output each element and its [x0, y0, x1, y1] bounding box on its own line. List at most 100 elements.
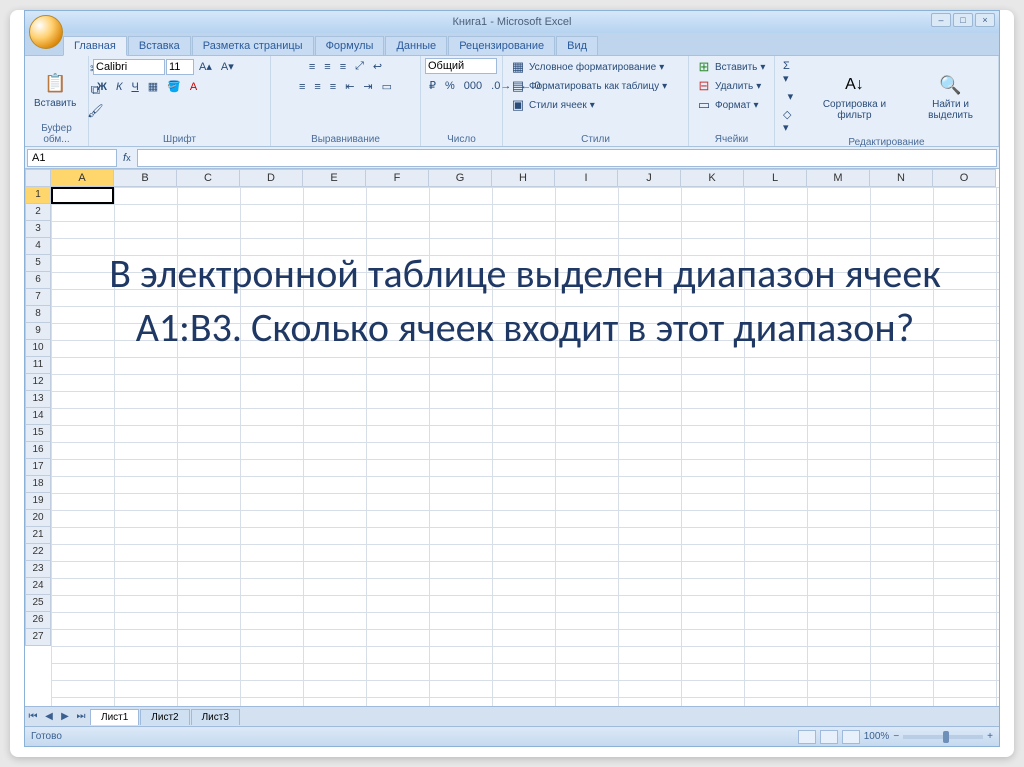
- col-header[interactable]: K: [681, 169, 744, 187]
- font-name-input[interactable]: [93, 59, 165, 75]
- tab-insert[interactable]: Вставка: [128, 36, 191, 55]
- sheet-nav-first[interactable]: ⏮: [25, 711, 41, 722]
- orientation-button[interactable]: ⤢: [351, 58, 368, 75]
- formula-bar[interactable]: [137, 149, 997, 167]
- row-header[interactable]: 2: [25, 204, 51, 221]
- view-normal-button[interactable]: [798, 730, 816, 744]
- col-header[interactable]: A: [51, 169, 114, 187]
- row-header[interactable]: 20: [25, 510, 51, 527]
- zoom-slider[interactable]: [903, 735, 983, 739]
- tab-formulas[interactable]: Формулы: [315, 36, 385, 55]
- row-header[interactable]: 26: [25, 612, 51, 629]
- indent-increase-button[interactable]: ⇥: [359, 78, 376, 95]
- row-header[interactable]: 3: [25, 221, 51, 238]
- align-middle-button[interactable]: ≡: [320, 59, 334, 75]
- format-as-table-button[interactable]: ▤Форматировать как таблицу ▾: [507, 77, 670, 95]
- delete-cells-button[interactable]: ⊟Удалить ▾: [693, 77, 764, 95]
- row-header[interactable]: 16: [25, 442, 51, 459]
- align-center-button[interactable]: ≡: [310, 79, 324, 95]
- bold-button[interactable]: Ж: [93, 79, 111, 95]
- fx-button[interactable]: fx: [119, 150, 135, 166]
- name-box[interactable]: A1: [27, 149, 117, 167]
- row-header[interactable]: 1: [25, 187, 51, 204]
- row-header[interactable]: 24: [25, 578, 51, 595]
- tab-page-layout[interactable]: Разметка страницы: [192, 36, 314, 55]
- row-header[interactable]: 14: [25, 408, 51, 425]
- sheet-nav-last[interactable]: ⏭: [73, 711, 89, 722]
- fill-button[interactable]: ▾: [779, 88, 802, 105]
- underline-button[interactable]: Ч: [127, 79, 142, 95]
- merge-button[interactable]: ▭: [378, 78, 396, 95]
- cell-styles-button[interactable]: ▣Стили ячеек ▾: [507, 96, 598, 114]
- border-button[interactable]: ▦: [144, 78, 162, 95]
- office-button[interactable]: [29, 15, 63, 49]
- row-header[interactable]: 11: [25, 357, 51, 374]
- grow-font-button[interactable]: A▴: [195, 58, 216, 75]
- col-header[interactable]: I: [555, 169, 618, 187]
- col-header[interactable]: J: [618, 169, 681, 187]
- col-header[interactable]: B: [114, 169, 177, 187]
- cell-grid[interactable]: В электронной таблице выделен диапазон я…: [51, 187, 999, 706]
- row-header[interactable]: 27: [25, 629, 51, 646]
- row-header[interactable]: 9: [25, 323, 51, 340]
- number-format-select[interactable]: [425, 58, 497, 74]
- maximize-icon[interactable]: □: [953, 13, 973, 27]
- col-header[interactable]: D: [240, 169, 303, 187]
- align-top-button[interactable]: ≡: [305, 59, 319, 75]
- row-header[interactable]: 22: [25, 544, 51, 561]
- autosum-button[interactable]: Σ ▾: [779, 58, 802, 87]
- zoom-in-button[interactable]: +: [987, 731, 993, 742]
- row-header[interactable]: 18: [25, 476, 51, 493]
- col-header[interactable]: O: [933, 169, 996, 187]
- col-header[interactable]: G: [429, 169, 492, 187]
- row-header[interactable]: 15: [25, 425, 51, 442]
- row-header[interactable]: 12: [25, 374, 51, 391]
- percent-button[interactable]: %: [441, 78, 459, 94]
- wrap-text-button[interactable]: ↩: [369, 58, 386, 75]
- row-header[interactable]: 13: [25, 391, 51, 408]
- sheet-nav-next[interactable]: ▶: [57, 711, 73, 722]
- comma-button[interactable]: 000: [460, 78, 486, 94]
- minimize-icon[interactable]: –: [931, 13, 951, 27]
- select-all-corner[interactable]: [25, 169, 51, 187]
- col-header[interactable]: L: [744, 169, 807, 187]
- sheet-tab[interactable]: Лист1: [90, 709, 139, 725]
- indent-decrease-button[interactable]: ⇤: [341, 78, 358, 95]
- align-left-button[interactable]: ≡: [295, 79, 309, 95]
- tab-review[interactable]: Рецензирование: [448, 36, 555, 55]
- sheet-tab[interactable]: Лист3: [191, 709, 240, 725]
- align-right-button[interactable]: ≡: [326, 79, 340, 95]
- col-header[interactable]: H: [492, 169, 555, 187]
- clear-button[interactable]: ◇ ▾: [779, 106, 802, 136]
- row-header[interactable]: 23: [25, 561, 51, 578]
- zoom-out-button[interactable]: −: [893, 731, 899, 742]
- col-header[interactable]: N: [870, 169, 933, 187]
- close-icon[interactable]: ×: [975, 13, 995, 27]
- col-header[interactable]: M: [807, 169, 870, 187]
- row-header[interactable]: 4: [25, 238, 51, 255]
- row-header[interactable]: 7: [25, 289, 51, 306]
- col-header[interactable]: C: [177, 169, 240, 187]
- fill-color-button[interactable]: 🪣: [163, 78, 185, 95]
- row-header[interactable]: 5: [25, 255, 51, 272]
- col-header[interactable]: F: [366, 169, 429, 187]
- shrink-font-button[interactable]: A▾: [217, 58, 238, 75]
- row-header[interactable]: 8: [25, 306, 51, 323]
- sheet-nav-prev[interactable]: ◀: [41, 711, 57, 722]
- format-cells-button[interactable]: ▭Формат ▾: [693, 96, 762, 114]
- view-layout-button[interactable]: [820, 730, 838, 744]
- tab-view[interactable]: Вид: [556, 36, 598, 55]
- row-header[interactable]: 6: [25, 272, 51, 289]
- view-break-button[interactable]: [842, 730, 860, 744]
- insert-cells-button[interactable]: ⊞Вставить ▾: [693, 58, 768, 76]
- row-header[interactable]: 21: [25, 527, 51, 544]
- currency-button[interactable]: ₽: [425, 77, 440, 94]
- row-header[interactable]: 10: [25, 340, 51, 357]
- row-header[interactable]: 25: [25, 595, 51, 612]
- conditional-format-button[interactable]: ▦Условное форматирование ▾: [507, 58, 667, 76]
- sheet-tab[interactable]: Лист2: [140, 709, 189, 725]
- sort-filter-button[interactable]: A↓ Сортировка и фильтр: [804, 70, 905, 124]
- col-header[interactable]: E: [303, 169, 366, 187]
- tab-data[interactable]: Данные: [385, 36, 447, 55]
- row-header[interactable]: 17: [25, 459, 51, 476]
